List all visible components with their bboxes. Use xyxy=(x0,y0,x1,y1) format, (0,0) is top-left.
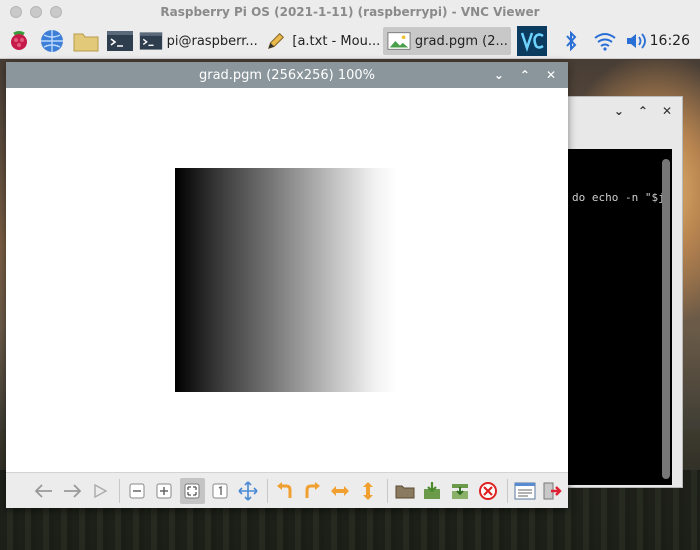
chevron-down-icon[interactable]: ⌄ xyxy=(614,104,624,118)
close-icon[interactable]: ✕ xyxy=(662,104,672,118)
terminal-window[interactable]: ⌄ ⌃ ✕ do echo -n "$j xyxy=(555,96,683,488)
fit-window-icon[interactable] xyxy=(179,477,205,504)
taskbar-task-image-viewer[interactable]: grad.pgm (2... xyxy=(382,27,511,55)
viewer-titlebar: grad.pgm (256x256) 100% ⌄ ⌃ ✕ xyxy=(6,62,568,88)
play-icon[interactable] xyxy=(88,478,113,504)
maximize-icon[interactable]: ⌃ xyxy=(520,68,530,82)
flip-vertical-icon[interactable] xyxy=(356,478,381,504)
terminal-output[interactable]: do echo -n "$j xyxy=(568,149,672,485)
file-manager-icon[interactable] xyxy=(71,26,101,56)
rotate-right-icon[interactable] xyxy=(300,478,325,504)
vnc-server-icon[interactable] xyxy=(516,26,547,56)
close-window-button[interactable] xyxy=(10,6,22,18)
save-as-icon[interactable] xyxy=(448,478,473,504)
delete-icon[interactable] xyxy=(476,478,501,504)
toolbar-separator xyxy=(119,478,121,503)
image-viewer-window[interactable]: grad.pgm (256x256) 100% ⌄ ⌃ ✕ xyxy=(6,62,568,508)
pi-taskbar: pi@raspberr... [a.txt - Mou... grad.pgm … xyxy=(0,24,700,59)
terminal-titlebar: ⌄ ⌃ ✕ xyxy=(556,97,682,125)
flip-horizontal-icon[interactable] xyxy=(328,478,353,504)
minimize-window-button[interactable] xyxy=(30,6,42,18)
fullscreen-icon[interactable] xyxy=(235,478,260,504)
quit-icon[interactable] xyxy=(540,478,565,504)
vnc-window-title: Raspberry Pi OS (2021-1-11) (raspberrypi… xyxy=(160,5,540,19)
volume-icon[interactable] xyxy=(624,28,650,54)
toolbar-separator xyxy=(507,478,509,503)
viewer-toolbar xyxy=(6,472,568,508)
rotate-left-icon[interactable] xyxy=(272,478,297,504)
back-arrow-icon[interactable] xyxy=(32,478,57,504)
minimize-icon[interactable]: ⌄ xyxy=(494,68,504,82)
wifi-icon[interactable] xyxy=(592,28,618,54)
taskbar-task-label: pi@raspberr... xyxy=(166,33,258,49)
taskbar-task-label: grad.pgm (2... xyxy=(414,33,508,49)
window-controls xyxy=(10,6,62,18)
viewer-title: grad.pgm (256x256) 100% xyxy=(198,67,375,83)
bluetooth-icon[interactable] xyxy=(559,28,585,54)
maximize-window-button[interactable] xyxy=(50,6,62,18)
vnc-titlebar: Raspberry Pi OS (2021-1-11) (raspberrypi… xyxy=(0,0,700,25)
taskbar-clock[interactable]: 16:26 xyxy=(650,33,690,49)
gradient-image xyxy=(175,168,397,392)
web-browser-icon[interactable] xyxy=(38,26,68,56)
save-file-icon[interactable] xyxy=(420,478,445,504)
image-canvas[interactable] xyxy=(6,88,568,472)
taskbar-task-mousepad[interactable]: [a.txt - Mou... xyxy=(260,27,383,55)
close-icon[interactable]: ✕ xyxy=(546,68,556,82)
terminal-scrollbar[interactable] xyxy=(662,159,670,479)
raspberry-menu-icon[interactable] xyxy=(4,26,34,56)
taskbar-task-terminal[interactable]: pi@raspberr... xyxy=(135,27,261,55)
zoom-out-icon[interactable] xyxy=(124,478,149,504)
toolbar-separator xyxy=(267,478,269,503)
open-file-icon[interactable] xyxy=(392,478,417,504)
image-viewer-icon xyxy=(387,32,411,50)
terminal-text: do echo -n "$j xyxy=(572,191,665,204)
zoom-in-icon[interactable] xyxy=(152,478,177,504)
pencil-icon xyxy=(268,33,285,50)
taskbar-task-label: [a.txt - Mou... xyxy=(292,33,381,49)
preferences-icon[interactable] xyxy=(512,478,537,504)
original-size-icon[interactable] xyxy=(208,478,233,504)
terminal-icon xyxy=(139,32,162,50)
forward-arrow-icon[interactable] xyxy=(60,478,85,504)
toolbar-separator xyxy=(387,478,389,503)
chevron-up-icon[interactable]: ⌃ xyxy=(638,104,648,118)
terminal-launcher-icon[interactable] xyxy=(105,26,135,56)
